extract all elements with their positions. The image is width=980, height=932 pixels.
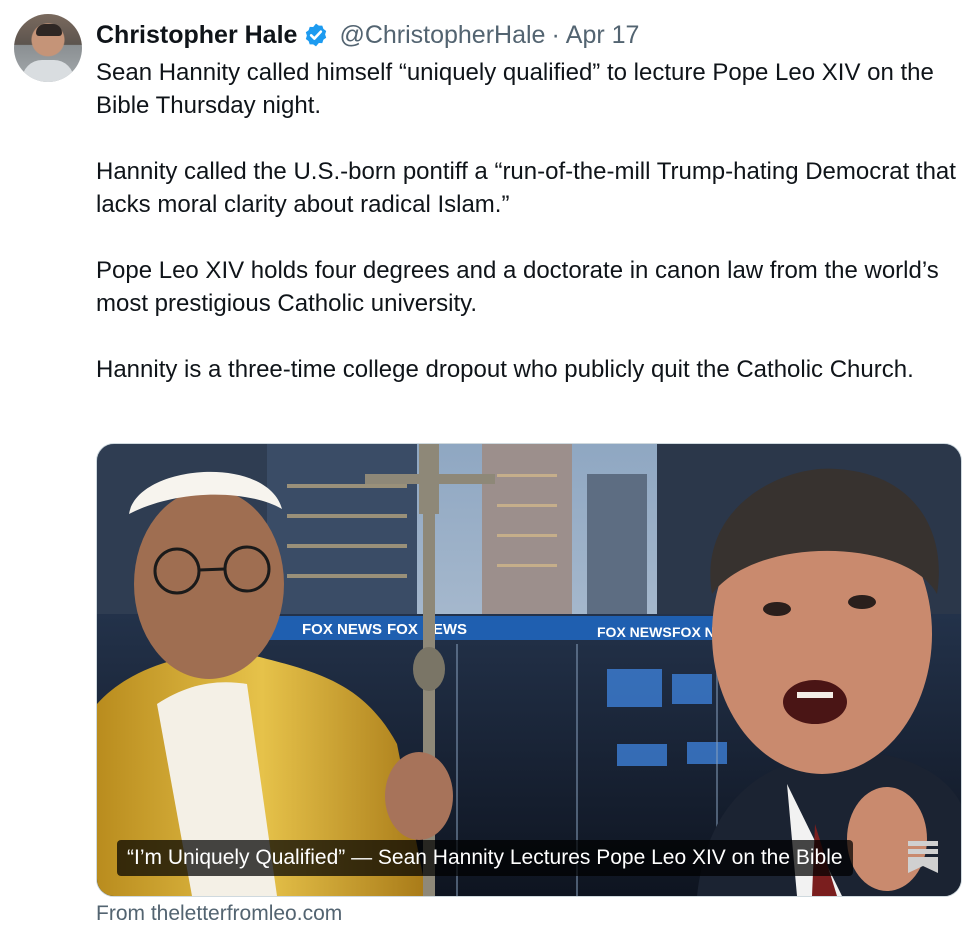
tweet-date[interactable]: Apr 17 (566, 21, 640, 50)
tweet-paragraph: Hannity is a three-time college dropout … (96, 356, 914, 383)
tweet-text: Sean Hannity called himself “uniquely qu… (96, 56, 968, 386)
link-card[interactable]: FOX NEWS FOX NEWS FOX NEWS FOX NE “I’m U… (96, 443, 962, 897)
fox-news-sign: FOX NEWS (597, 624, 672, 640)
verified-badge-icon (306, 23, 327, 47)
author-name[interactable]: Christopher Hale (96, 21, 297, 50)
card-image: FOX NEWS FOX NEWS FOX NEWS FOX NE (97, 444, 961, 896)
avatar-hair (36, 24, 62, 36)
card-source[interactable]: From theletterfromleo.com (96, 902, 342, 926)
bookmark-icon[interactable] (907, 840, 939, 874)
tweet-paragraph: Pope Leo XIV holds four degrees and a do… (96, 257, 939, 317)
tweet-header: Christopher Hale @ChristopherHale · Apr … (96, 18, 639, 52)
card-caption: “I’m Uniquely Qualified” — Sean Hannity … (117, 840, 853, 876)
tweet-paragraph: Hannity called the U.S.-born pontiff a “… (96, 158, 956, 218)
tweet-paragraph: Sean Hannity called himself “uniquely qu… (96, 59, 934, 119)
header-separator: · (551, 20, 560, 49)
avatar[interactable] (14, 14, 82, 82)
author-handle[interactable]: @ChristopherHale (339, 21, 545, 50)
avatar-shirt (22, 60, 74, 82)
fox-news-sign: FOX NEWS (302, 621, 382, 638)
